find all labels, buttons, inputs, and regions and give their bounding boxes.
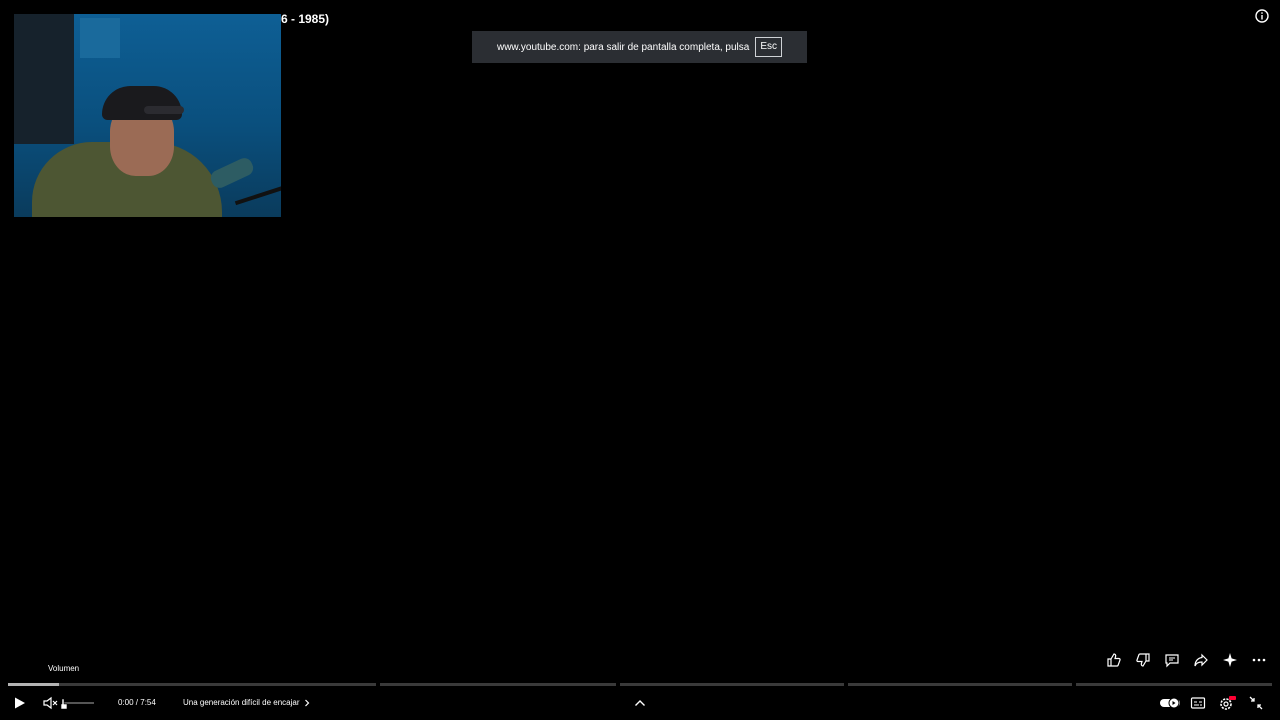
chapter-segment[interactable] bbox=[620, 683, 844, 686]
share-icon[interactable] bbox=[1191, 650, 1211, 670]
thumbs-up-icon[interactable] bbox=[1104, 650, 1124, 670]
autoplay-toggle-icon[interactable] bbox=[1158, 693, 1182, 713]
volume-slider[interactable] bbox=[64, 702, 94, 704]
chapter-segment[interactable] bbox=[1076, 683, 1272, 686]
volume-muted-icon[interactable] bbox=[40, 693, 60, 713]
chevron-up-icon[interactable] bbox=[630, 693, 650, 713]
video-player[interactable]: 6 - 1985) www.youtube.com: para salir de… bbox=[0, 0, 1280, 720]
video-title: 6 - 1985) bbox=[281, 12, 330, 26]
volume-tooltip: Volumen bbox=[48, 664, 80, 673]
sparkle-icon[interactable] bbox=[1220, 650, 1240, 670]
chapter-segment[interactable] bbox=[380, 683, 616, 686]
chevron-right-icon bbox=[304, 699, 310, 707]
settings-icon[interactable] bbox=[1217, 693, 1237, 713]
chapter-segment[interactable] bbox=[8, 683, 376, 686]
chapter-title-text: Una generación difícil de encajar bbox=[183, 698, 300, 707]
subtitles-icon[interactable] bbox=[1188, 693, 1208, 713]
action-bar bbox=[1104, 650, 1269, 670]
control-bar: 0:00 / 7:54 Una generación difícil de en… bbox=[0, 690, 1280, 716]
fullscreen-exit-banner: www.youtube.com: para salir de pantalla … bbox=[472, 31, 807, 63]
cursor-hand-icon bbox=[60, 698, 68, 710]
info-icon[interactable] bbox=[1254, 8, 1270, 24]
progress-fill bbox=[8, 683, 59, 686]
esc-key: Esc bbox=[755, 37, 783, 57]
play-icon[interactable] bbox=[9, 693, 29, 713]
more-icon[interactable] bbox=[1249, 650, 1269, 670]
webcam-overlay bbox=[14, 14, 281, 217]
thumbs-down-icon[interactable] bbox=[1133, 650, 1153, 670]
chapter-title[interactable]: Una generación difícil de encajar bbox=[183, 698, 310, 707]
exit-fullscreen-icon[interactable] bbox=[1246, 693, 1266, 713]
chapter-segment[interactable] bbox=[848, 683, 1072, 686]
fullscreen-banner-message: www.youtube.com: para salir de pantalla … bbox=[496, 41, 750, 53]
progress-bar[interactable] bbox=[8, 683, 1272, 686]
comment-icon[interactable] bbox=[1162, 650, 1182, 670]
time-display: 0:00 / 7:54 bbox=[118, 698, 156, 707]
